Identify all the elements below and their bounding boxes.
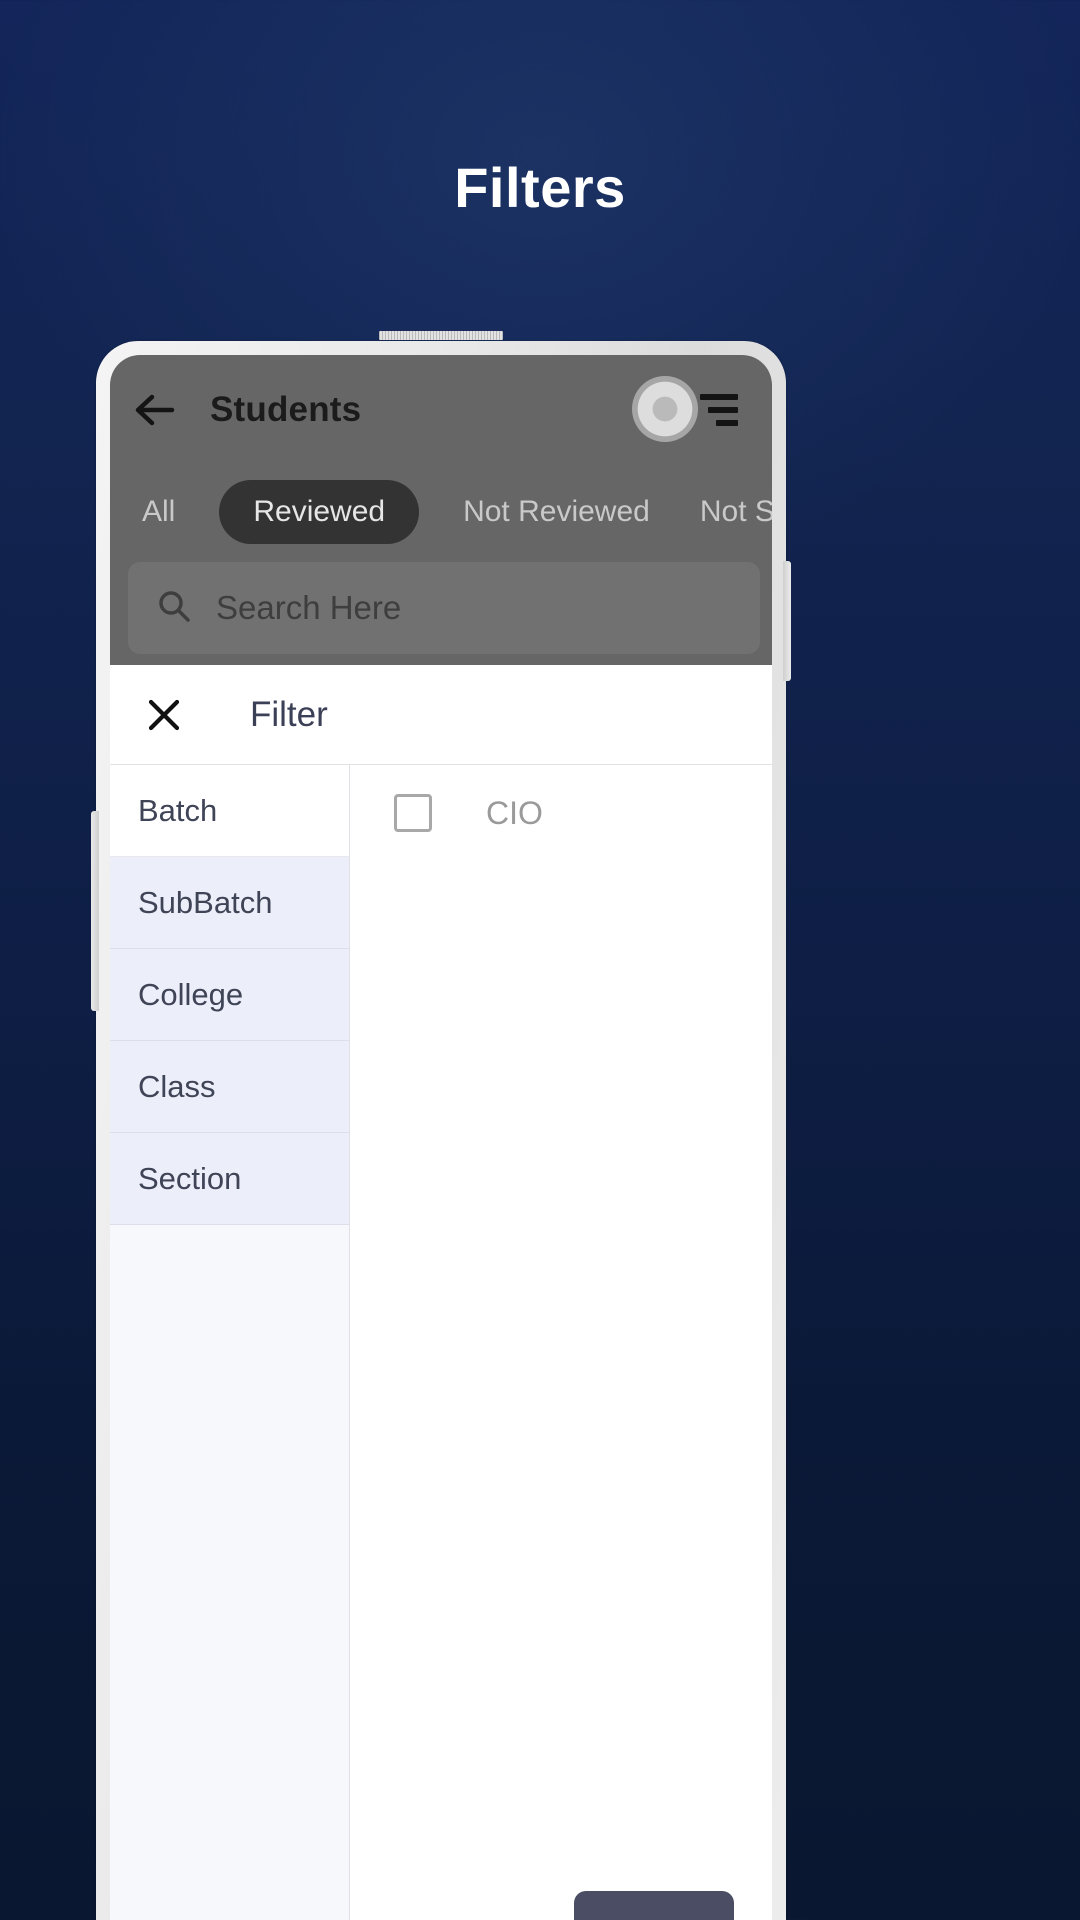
search-input[interactable]: Search Here <box>128 562 760 654</box>
filter-sheet-header: Filter <box>110 665 772 765</box>
filter-category-class[interactable]: Class <box>110 1041 349 1133</box>
app-bar: Students <box>110 355 772 465</box>
filter-category-label: College <box>138 976 244 1012</box>
filter-category-label: Batch <box>138 792 218 828</box>
tab-all[interactable]: All <box>136 495 181 529</box>
earpiece-speaker-icon <box>379 331 503 340</box>
sort-icon[interactable] <box>700 394 738 426</box>
volume-rocker[interactable] <box>91 811 99 1011</box>
filter-category-batch[interactable]: Batch <box>110 765 349 857</box>
filter-category-list: Batch SubBatch College Class Section <box>110 765 350 1920</box>
phone-mockup: Students All Reviewed Not Reviewed Not S… <box>91 331 791 1920</box>
app-bar-actions <box>630 370 750 450</box>
search-icon <box>156 588 192 629</box>
phone-screen: Students All Reviewed Not Reviewed Not S… <box>110 355 772 1920</box>
filter-option-label: CIO <box>486 794 543 831</box>
tab-not-submitted[interactable]: Not Submit <box>694 495 772 529</box>
filter-category-label: Class <box>138 1068 216 1104</box>
filter-category-label: SubBatch <box>138 884 273 920</box>
filter-sheet-title: Filter <box>250 694 328 734</box>
filter-category-subbatch[interactable]: SubBatch <box>110 857 349 949</box>
tab-reviewed[interactable]: Reviewed <box>219 480 420 544</box>
power-button[interactable] <box>783 561 791 681</box>
list-item[interactable]: CIO <box>350 765 772 861</box>
filter-category-section[interactable]: Section <box>110 1133 349 1225</box>
status-tabs: All Reviewed Not Reviewed Not Submit <box>110 473 772 551</box>
search-placeholder: Search Here <box>216 589 402 626</box>
close-icon[interactable] <box>144 695 184 735</box>
checkbox-cio[interactable] <box>394 794 432 832</box>
filter-category-list-filler <box>110 1225 349 1920</box>
tab-not-reviewed[interactable]: Not Reviewed <box>457 495 656 529</box>
page-title: Filters <box>454 156 626 219</box>
filter-option-list: CIO <box>350 765 772 1920</box>
back-arrow-icon[interactable] <box>132 387 178 433</box>
filter-category-college[interactable]: College <box>110 949 349 1041</box>
filter-category-label: Section <box>138 1160 242 1196</box>
touch-ripple-indicator <box>632 376 698 442</box>
app-bar-title: Students <box>210 390 362 429</box>
apply-filter-button[interactable] <box>574 1891 734 1920</box>
filter-bottom-sheet: Filter Batch SubBatch College Class Sect… <box>110 665 772 1920</box>
filter-sheet-body: Batch SubBatch College Class Section CIO <box>110 765 772 1920</box>
